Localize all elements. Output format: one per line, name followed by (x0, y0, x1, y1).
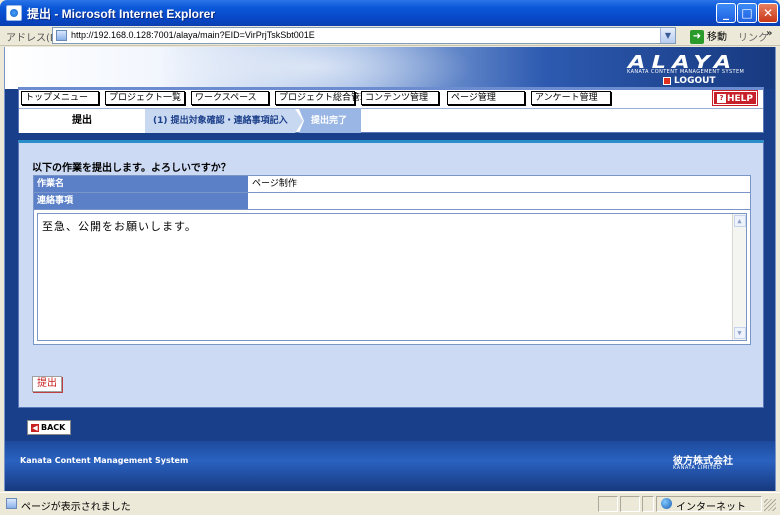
confirm-message: 以下の作業を提出します。よろしいですか？ (32, 163, 231, 174)
ie-icon (6, 5, 22, 21)
logout-link[interactable]: LOGOUT (663, 76, 716, 86)
menu-top[interactable]: トップメニュー (21, 91, 99, 105)
chevron-down-icon[interactable]: ▼ (660, 28, 675, 43)
address-bar: アドレス(D) http://192.168.0.128:7001/alaya/… (0, 26, 780, 46)
textarea-scrollbar[interactable]: ▲ ▼ (732, 214, 746, 340)
submit-form-table: 作業名 ページ制作 連絡事項 至急、公開をお願いします。 ▲ ▼ (33, 175, 751, 345)
status-text: ページが表示されました (21, 502, 131, 513)
go-arrow-icon: ➜ (690, 30, 704, 44)
maximize-button[interactable]: □ (737, 3, 757, 23)
notes-textarea[interactable]: 至急、公開をお願いします。 ▲ ▼ (37, 213, 747, 341)
more-links-button[interactable]: » (766, 28, 772, 39)
menu-workspace[interactable]: ワークスペース (191, 91, 269, 105)
address-input[interactable]: http://192.168.0.128:7001/alaya/main?EID… (52, 27, 676, 44)
nav-panel: トップメニュー プロジェクト一覧 ワークスペース プロジェクト総合管理 コンテン… (18, 87, 764, 133)
go-button[interactable]: ➜ 移動 (690, 28, 727, 44)
footer-system-name: Kanata Content Management System (20, 456, 189, 465)
resize-grip[interactable] (764, 499, 776, 511)
notes-value-cell (250, 193, 750, 209)
minimize-button[interactable]: _ (716, 3, 736, 23)
logo-subtitle: KANATA CONTENT MANAGEMENT SYSTEM (627, 69, 745, 75)
security-zone: インターネット (676, 502, 746, 513)
help-button[interactable]: ? HELP (712, 90, 758, 106)
task-name-label: 作業名 (34, 176, 248, 192)
scroll-up-icon[interactable]: ▲ (734, 215, 746, 227)
notes-label: 連絡事項 (34, 193, 248, 209)
back-button[interactable]: ◀ BACK (27, 420, 71, 435)
step-indicator: 提出 (1) 提出対象確認・連絡事項記入 提出完了 (19, 108, 763, 133)
menu-project-list[interactable]: プロジェクト一覧 (105, 91, 185, 105)
site-footer (5, 441, 775, 491)
window-title: 提出 - Microsoft Internet Explorer (27, 7, 216, 21)
address-url: http://192.168.0.128:7001/alaya/main?EID… (71, 30, 315, 40)
page-status-icon (6, 498, 17, 509)
close-button[interactable]: ✕ (758, 3, 778, 23)
question-icon: ? (716, 94, 726, 103)
internet-zone-icon (661, 498, 672, 509)
notes-row: 連絡事項 (34, 193, 750, 210)
back-arrow-icon: ◀ (31, 423, 39, 432)
page-icon (56, 30, 67, 41)
notes-text: 至急、公開をお願いします。 (42, 220, 197, 233)
task-name-value: ページ制作 (252, 179, 297, 189)
menu-content-admin[interactable]: コンテンツ管理 (361, 91, 439, 105)
status-bar: ページが表示されました インターネット (0, 492, 780, 515)
task-name-row: 作業名 ページ制作 (34, 176, 750, 193)
menu-page-admin[interactable]: ページ管理 (447, 91, 525, 105)
logout-icon (663, 76, 671, 85)
step-current-title: 提出 (19, 109, 145, 133)
step-2: 提出完了 (299, 109, 361, 133)
window-titlebar[interactable]: 提出 - Microsoft Internet Explorer _ □ ✕ (0, 0, 780, 26)
submit-button[interactable]: 提出 (32, 376, 62, 392)
content-panel: 以下の作業を提出します。よろしいですか？ 作業名 ページ制作 連絡事項 至急、公… (18, 140, 764, 408)
scroll-down-icon[interactable]: ▼ (734, 327, 746, 339)
page-viewport: ALAYA KANATA CONTENT MANAGEMENT SYSTEM L… (4, 47, 776, 491)
menu-project-admin[interactable]: プロジェクト総合管理 (275, 91, 369, 105)
links-button[interactable]: リンク (738, 29, 768, 44)
step-1: (1) 提出対象確認・連絡事項記入 (145, 109, 303, 133)
go-label: 移動 (707, 32, 727, 43)
company-subtitle: KANATA LIMITED (673, 465, 722, 471)
menu-survey-admin[interactable]: アンケート管理 (531, 91, 611, 105)
notes-textarea-wrapper: 至急、公開をお願いします。 ▲ ▼ (34, 210, 750, 344)
